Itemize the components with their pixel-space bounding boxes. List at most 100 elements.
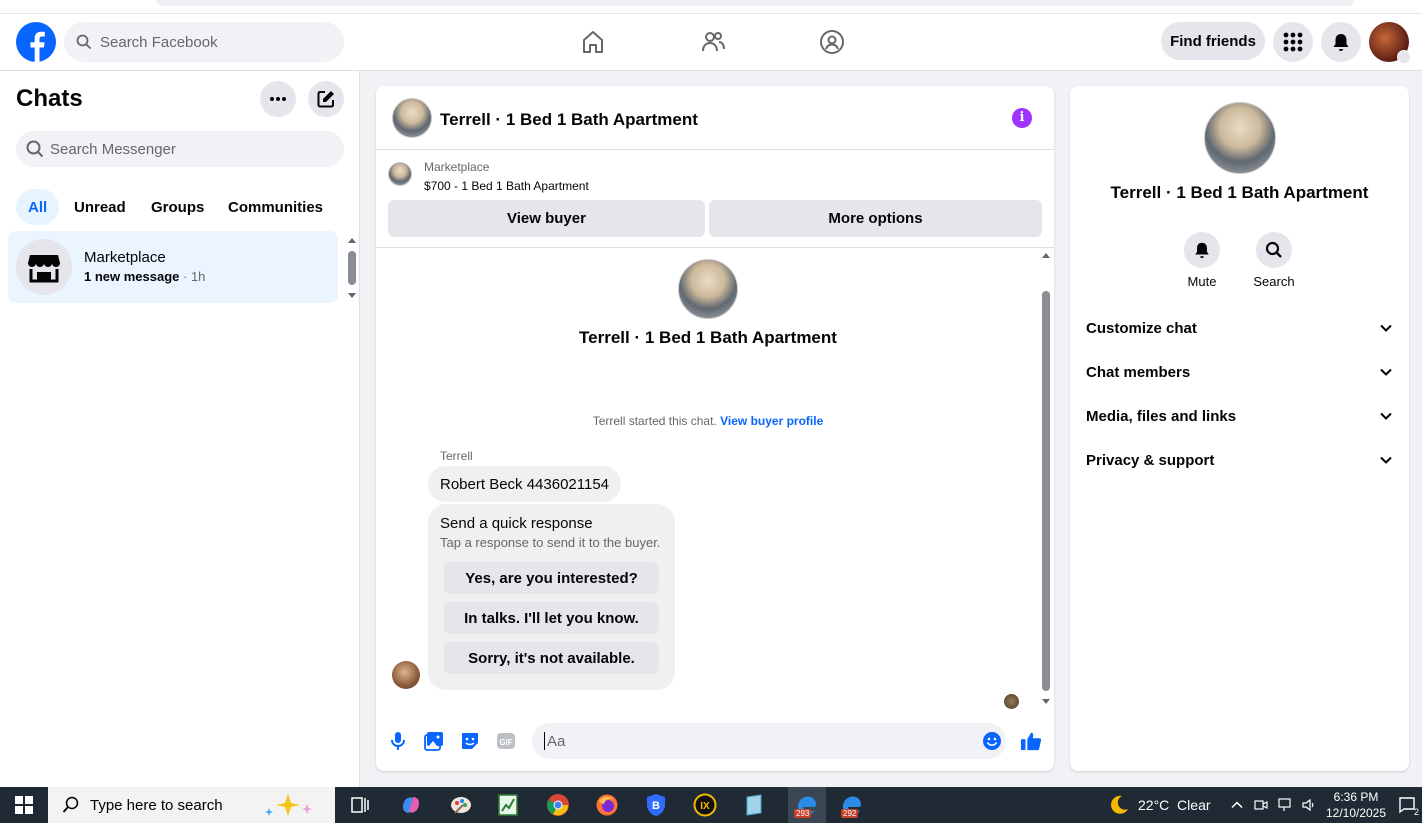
vpn-shield-icon[interactable]: B (642, 791, 670, 819)
chat-preview-text: 1 new message (84, 269, 180, 284)
details-title: Terrell · 1 Bed 1 Bath Apartment (1110, 183, 1369, 202)
more-options-icon[interactable] (260, 81, 296, 117)
thread-scrollbar[interactable] (1040, 248, 1052, 710)
chat-details-panel: Terrell · 1 Bed 1 Bath Apartment Mute Se… (1070, 86, 1409, 771)
search-icon (62, 796, 79, 813)
firefox-icon[interactable] (593, 791, 621, 819)
search-icon (76, 34, 92, 50)
mute-label: Mute (1187, 274, 1217, 289)
chat-list-item[interactable]: Marketplace 1 new message · 1h (8, 231, 338, 303)
more-options-button[interactable]: More options (709, 200, 1042, 237)
details-avatar (1204, 102, 1276, 174)
tab-unread[interactable]: Unread (62, 189, 138, 225)
browser-top-strip (0, 0, 1422, 14)
menu-grid-icon[interactable] (1273, 22, 1313, 62)
message-bubble[interactable]: Robert Beck 4436021154 (428, 466, 622, 502)
chat-list-scrollbar[interactable] (346, 235, 358, 301)
media-files-links-row[interactable]: Media, files and links (1078, 394, 1401, 438)
quick-reply-button[interactable]: Yes, are you interested? (444, 562, 659, 594)
tab-communities[interactable]: Communities (216, 189, 335, 225)
weather-widget[interactable]: 22°C Clear (1108, 787, 1211, 823)
search-in-chat-button[interactable]: Search (1244, 232, 1304, 289)
ix-app-icon[interactable]: IX (691, 791, 719, 819)
chevron-down-icon (1380, 412, 1392, 420)
emoji-icon[interactable] (981, 730, 1003, 752)
search-icon (1256, 232, 1292, 268)
notes-app-icon[interactable] (740, 791, 768, 819)
profile-avatar[interactable] (1369, 22, 1411, 64)
search-icon (26, 140, 44, 158)
svg-text:GIF: GIF (499, 738, 512, 747)
tray-icons[interactable] (1230, 787, 1318, 823)
started-text: Terrell started this chat. (592, 414, 717, 428)
volume-icon (1302, 798, 1314, 812)
message-input[interactable]: Aa (532, 723, 1006, 759)
tab-groups[interactable]: Groups (139, 189, 216, 225)
facebook-logo[interactable] (16, 22, 56, 62)
windows-start-icon[interactable] (0, 787, 48, 823)
thumbs-up-icon[interactable] (1020, 730, 1042, 752)
apartment-avatar[interactable] (392, 98, 432, 138)
customize-chat-label: Customize chat (1086, 319, 1197, 337)
sticker-icon[interactable] (459, 730, 481, 752)
edge-icon-active[interactable]: 293 (788, 787, 826, 823)
edge-icon[interactable]: 292 (838, 791, 866, 819)
moon-icon (1111, 795, 1128, 814)
view-buyer-button[interactable]: View buyer (388, 200, 705, 237)
scrollbar-thumb[interactable] (1042, 291, 1050, 691)
listing-price-title[interactable]: $700 - 1 Bed 1 Bath Apartment (424, 179, 589, 193)
marketplace-store-icon (16, 239, 72, 295)
info-icon[interactable]: i (1012, 108, 1032, 128)
clock-time: 6:36 PM (1333, 790, 1379, 804)
quick-response-title: Send a quick response (440, 515, 593, 532)
sparkle-icon (265, 794, 312, 816)
notification-badge: 293 (794, 809, 812, 818)
seen-avatar (1004, 694, 1019, 709)
privacy-support-row[interactable]: Privacy & support (1078, 438, 1401, 482)
copilot-icon[interactable] (397, 791, 425, 819)
quick-reply-button[interactable]: In talks. I'll let you know. (444, 602, 659, 634)
action-center-icon[interactable]: 2 (1395, 791, 1419, 819)
notifications-bell-icon[interactable] (1321, 22, 1361, 62)
conversation-title[interactable]: Terrell · 1 Bed 1 Bath Apartment (440, 110, 698, 130)
chat-started-notice: Terrell started this chat. View buyer pr… (376, 414, 1040, 428)
task-view-icon[interactable] (346, 791, 374, 819)
quick-reply-button[interactable]: Sorry, it's not available. (444, 642, 659, 674)
svg-text:B: B (652, 800, 660, 812)
customize-chat-row[interactable]: Customize chat (1078, 306, 1401, 350)
mute-button[interactable]: Mute (1172, 232, 1232, 289)
quick-response-subtitle: Tap a response to send it to the buyer. (440, 535, 661, 550)
microphone-icon[interactable] (387, 730, 409, 752)
listing-thumbnail (388, 162, 412, 186)
taskbar-search[interactable]: Type here to search (48, 787, 335, 823)
message-composer: GIF Aa (376, 710, 1054, 771)
thread-avatar (678, 259, 738, 319)
friends-icon[interactable] (697, 26, 729, 58)
home-icon[interactable] (577, 26, 609, 58)
find-friends-button[interactable]: Find friends (1161, 22, 1265, 60)
groups-icon[interactable] (816, 26, 848, 58)
view-buyer-profile-link[interactable]: View buyer profile (720, 414, 823, 428)
messenger-search[interactable]: Search Messenger (16, 131, 344, 167)
quick-response-card: Send a quick response Tap a response to … (428, 504, 675, 690)
taskbar-search-placeholder: Type here to search (90, 796, 223, 814)
new-message-icon[interactable] (308, 81, 344, 117)
paint-icon[interactable] (447, 791, 475, 819)
chevron-down-icon (1380, 324, 1392, 332)
chevron-down-icon (1380, 456, 1392, 464)
taskbar-clock[interactable]: 6:36 PM 12/10/2025 (1322, 789, 1390, 821)
search-placeholder: Search Facebook (100, 33, 218, 51)
browser-bar (156, 0, 1354, 6)
photo-icon[interactable] (423, 730, 445, 752)
sender-avatar (392, 661, 420, 689)
chrome-icon[interactable] (544, 791, 572, 819)
gif-icon[interactable]: GIF (495, 730, 517, 752)
text-cursor (544, 732, 545, 750)
chat-time: · 1h (183, 269, 206, 284)
tab-all[interactable]: All (16, 189, 60, 225)
chat-members-row[interactable]: Chat members (1078, 350, 1401, 394)
search-label: Search (1253, 274, 1295, 289)
chats-heading: Chats (16, 85, 83, 112)
spreadsheet-app-icon[interactable] (494, 791, 522, 819)
facebook-search[interactable]: Search Facebook (64, 22, 344, 62)
